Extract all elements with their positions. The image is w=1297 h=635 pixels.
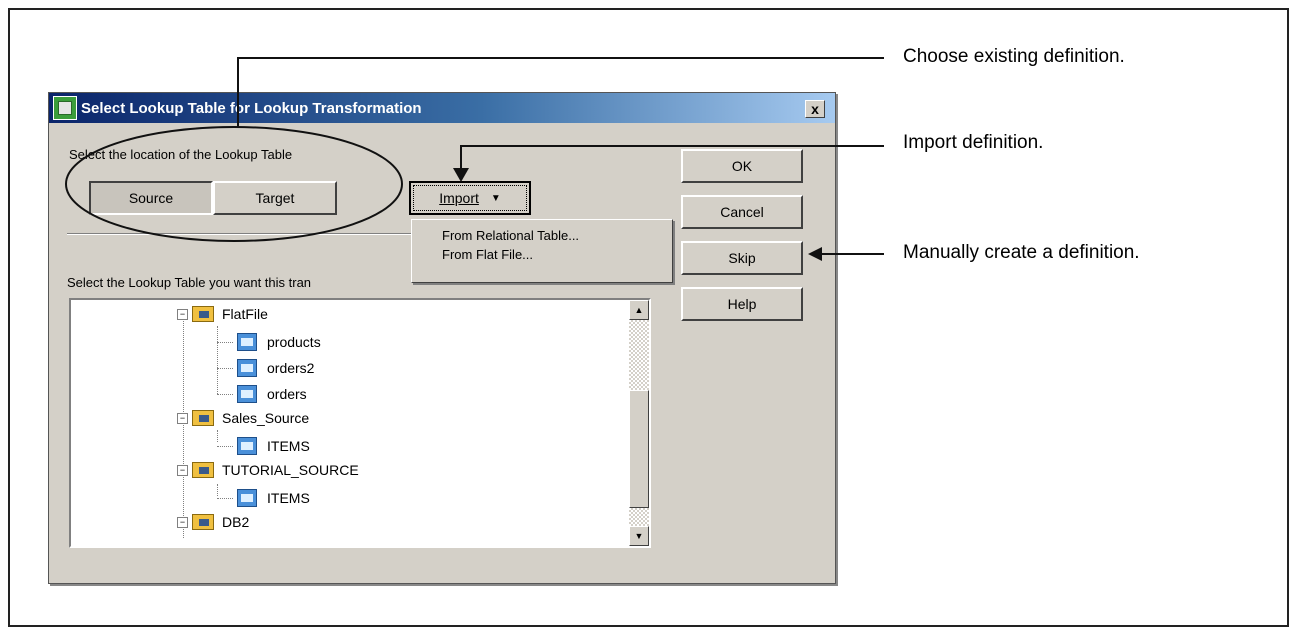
manual-arrowhead <box>808 247 822 261</box>
annotation-import: Import definition. <box>903 132 1044 153</box>
annotation-existing: Choose existing definition. <box>903 46 1125 67</box>
annotation-manual: Manually create a definition. <box>903 242 1140 263</box>
callout-overlay <box>65 57 884 261</box>
import-arrowhead <box>453 168 469 182</box>
existing-callout-line <box>237 57 884 128</box>
location-ellipse <box>65 126 403 242</box>
import-callout-line <box>460 145 884 170</box>
